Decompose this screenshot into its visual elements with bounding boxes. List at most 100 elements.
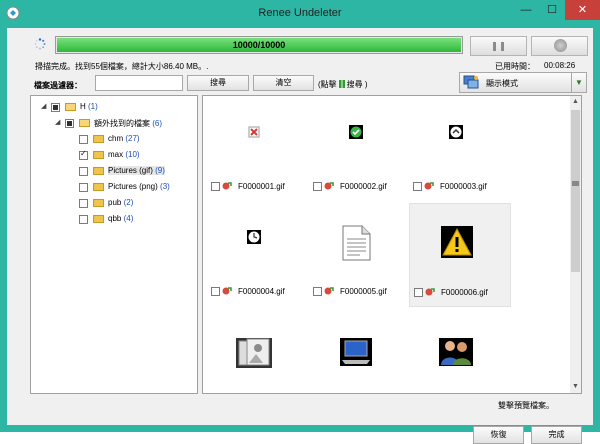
tree-checkbox[interactable]	[79, 215, 88, 224]
tree-node[interactable]: Pictures (gif) (9)	[69, 165, 191, 179]
file-tile[interactable]: F0000005.gif	[309, 203, 411, 307]
tree-checkbox[interactable]	[79, 199, 88, 208]
close-button[interactable]: ✕	[565, 0, 600, 20]
tree-checkbox[interactable]	[79, 149, 88, 160]
search-button[interactable]: 搜尋	[187, 75, 249, 91]
tree-node[interactable]: ◢ H (1)	[41, 101, 191, 115]
main-content: 10000/10000 掃描完成。找到55個檔案，總計大小86.40 MB。. …	[7, 28, 593, 444]
tree-node-count: (1)	[88, 102, 98, 111]
stop-icon	[554, 39, 567, 52]
scroll-thumb[interactable]	[571, 110, 580, 272]
file-checkbox[interactable]	[211, 182, 220, 191]
file-status-icon	[324, 181, 334, 191]
file-tile[interactable]: F0000002.gif	[309, 98, 411, 202]
tree-checkbox[interactable]	[51, 103, 60, 112]
tree-node-label: H (1)	[80, 102, 98, 111]
folder-icon	[93, 183, 104, 191]
tree-node-label: pub (2)	[108, 198, 133, 207]
tree-node[interactable]: qbb (4)	[69, 213, 191, 227]
expander-icon[interactable]: ◢	[55, 118, 63, 126]
tree-checkbox[interactable]	[79, 167, 88, 176]
tree-node[interactable]: max (10)	[69, 149, 191, 163]
vertical-scrollbar[interactable]: ▲ ▼	[570, 96, 581, 393]
file-status-icon	[324, 286, 334, 296]
maximize-button[interactable]: ☐	[539, 0, 565, 20]
file-tile[interactable]: F0000001.gif	[207, 98, 309, 202]
restore-button[interactable]: 恢復	[473, 426, 524, 444]
tree-node-label: 額外找到的檔案 (6)	[94, 118, 162, 129]
file-tile[interactable]	[409, 308, 511, 393]
tree-node-name: Pictures (gif)	[108, 166, 153, 175]
scroll-position-mark	[572, 181, 579, 186]
tree-node-count: (4)	[123, 214, 134, 223]
tree-node-name: H	[80, 102, 86, 111]
tree-node-name: 額外找到的檔案	[94, 119, 150, 128]
file-grid[interactable]: ▲ ▼ F0000001.gif F0000002.gif F0000003.gif…	[202, 95, 582, 394]
tree-checkbox[interactable]	[79, 183, 88, 192]
folder-icon	[93, 199, 104, 207]
filter-input[interactable]	[95, 75, 183, 91]
preview-hint: 雙擊預覽檔案。	[498, 401, 554, 410]
finish-button[interactable]: 完成	[531, 426, 582, 444]
file-name: F0000001.gif	[238, 182, 285, 191]
progress-text: 10000/10000	[232, 40, 286, 50]
app-window: Renee Undeleter — ☐ ✕ 10000/10000 掃描完成。找…	[0, 0, 600, 444]
tree-node-count: (3)	[160, 182, 170, 191]
filter-label: 檔案過濾器：	[34, 81, 82, 90]
scroll-down-arrow[interactable]: ▼	[570, 381, 581, 393]
folder-tree[interactable]: ◢ H (1) ◢ 額外找到的檔案 (6) chm (27) max (10) Pictur…	[30, 95, 198, 394]
tree-node-label: qbb (4)	[108, 214, 133, 223]
search-hint: (點擊 搜尋 )	[318, 79, 368, 90]
x-icon	[248, 126, 260, 140]
title-bar[interactable]: Renee Undeleter — ☐ ✕	[0, 0, 600, 28]
warning-icon	[441, 226, 473, 260]
tree-node[interactable]: Pictures (png) (3)	[69, 181, 191, 195]
tree-node-name: chm	[108, 134, 124, 143]
hint-suffix: 搜尋 )	[346, 80, 368, 89]
file-tile[interactable]	[207, 308, 309, 393]
file-checkbox[interactable]	[413, 182, 422, 191]
tree-node[interactable]: chm (27)	[69, 133, 191, 147]
elapsed-value: 00:08:26	[544, 61, 576, 70]
file-status-icon	[425, 287, 435, 297]
chevron-down-icon[interactable]: ▼	[571, 73, 586, 92]
file-name: F0000003.gif	[440, 182, 487, 191]
file-checkbox[interactable]	[414, 288, 423, 297]
file-checkbox[interactable]	[211, 287, 220, 296]
scan-progress-bar: 10000/10000	[55, 36, 463, 54]
clear-button[interactable]: 清空	[253, 75, 314, 91]
folder-icon	[93, 135, 104, 143]
tree-node[interactable]: pub (2)	[69, 197, 191, 211]
green-check-icon	[349, 125, 363, 141]
scroll-up-arrow[interactable]: ▲	[570, 96, 581, 108]
tree-node-count: (2)	[123, 198, 134, 207]
users-icon	[439, 338, 473, 368]
minimize-button[interactable]: —	[513, 0, 539, 20]
tree-node[interactable]: ◢ 額外找到的檔案 (6)	[55, 117, 191, 131]
expander-icon[interactable]: ◢	[41, 102, 49, 110]
stop-button[interactable]	[531, 36, 588, 56]
pause-button[interactable]	[470, 36, 527, 56]
tree-node-name: qbb	[108, 214, 122, 223]
hint-prefix: (點擊	[318, 80, 337, 89]
clock-icon	[247, 230, 261, 246]
file-checkbox[interactable]	[313, 182, 322, 191]
folder-icon	[93, 167, 104, 175]
tree-checkbox[interactable]	[79, 135, 88, 144]
file-tile[interactable]	[309, 308, 411, 393]
file-tile[interactable]: F0000003.gif	[409, 98, 511, 202]
tree-node-label: Pictures (gif) (9)	[108, 166, 165, 175]
tree-checkbox[interactable]	[65, 119, 74, 128]
file-checkbox[interactable]	[313, 287, 322, 296]
tree-node-count: (6)	[152, 119, 163, 128]
tree-node-name: pub	[108, 198, 122, 207]
folder-icon	[65, 103, 76, 111]
view-mode-dropdown[interactable]: 顯示模式 ▼	[459, 72, 587, 93]
folder-icon	[93, 151, 104, 159]
window-title: Renee Undeleter	[258, 7, 342, 19]
tree-node-label: chm (27)	[108, 134, 140, 143]
tree-node-name: max	[108, 150, 124, 159]
file-status-icon	[424, 181, 434, 191]
file-tile[interactable]: F0000006.gif	[409, 203, 511, 307]
file-tile[interactable]: F0000004.gif	[207, 203, 309, 307]
